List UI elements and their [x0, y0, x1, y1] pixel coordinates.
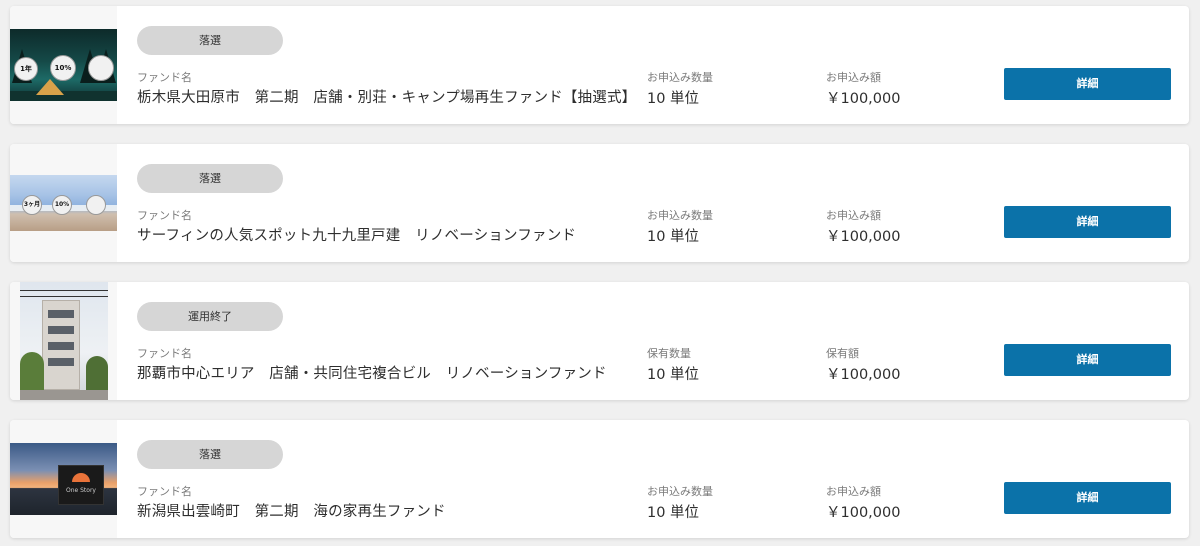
thumb-badge-text: 3ヶ月 — [23, 201, 41, 208]
thumb-badge: 10% — [52, 195, 72, 215]
detail-button[interactable]: 詳細 — [1004, 482, 1171, 514]
status-badge: 落選 — [137, 164, 283, 193]
thumb-badge-text: 10% — [54, 201, 70, 208]
quantity-label: お申込み数量 — [647, 209, 713, 222]
fund-thumbnail-image — [19, 282, 108, 400]
amount-value: ￥100,000 — [826, 367, 901, 383]
amount-value: ￥100,000 — [826, 91, 901, 107]
detail-button[interactable]: 詳細 — [1004, 68, 1171, 100]
fund-name: 新潟県出雲崎町 第二期 海の家再生ファンド — [137, 504, 446, 520]
thumb-badge — [86, 195, 106, 215]
fund-card: One Story 落選 ファンド名 新潟県出雲崎町 第二期 海の家再生ファンド… — [10, 420, 1189, 538]
fund-name-label: ファンド名 — [137, 71, 192, 84]
fund-card: 1年 10% 落選 ファンド名 栃木県大田原市 第二期 店舗・別荘・キャンプ場再… — [10, 6, 1189, 124]
fund-thumbnail-container: 1年 10% — [10, 6, 117, 124]
amount-label: お申込み額 — [826, 71, 881, 84]
fund-thumbnail-container: 3ヶ月 10% — [10, 144, 117, 262]
thumb-badge — [88, 55, 114, 81]
quantity-value: 10 単位 — [647, 229, 700, 245]
quantity-label: 保有数量 — [647, 347, 691, 360]
detail-button[interactable]: 詳細 — [1004, 206, 1171, 238]
amount-value: ￥100,000 — [826, 229, 901, 245]
quantity-value: 10 単位 — [647, 367, 700, 383]
fund-name: サーフィンの人気スポット九十九里戸建 リノベーションファンド — [137, 228, 577, 244]
fund-thumbnail-image: 3ヶ月 10% — [10, 175, 117, 231]
fund-thumbnail-image: 1年 10% — [10, 29, 117, 101]
quantity-label: お申込み数量 — [647, 71, 713, 84]
fund-name-label: ファンド名 — [137, 347, 192, 360]
amount-label: お申込み額 — [826, 209, 881, 222]
fund-name-label: ファンド名 — [137, 209, 192, 222]
quantity-value: 10 単位 — [647, 505, 700, 521]
detail-button[interactable]: 詳細 — [1004, 344, 1171, 376]
amount-label: お申込み額 — [826, 485, 881, 498]
fund-card: 3ヶ月 10% 落選 ファンド名 サーフィンの人気スポット九十九里戸建 リノベー… — [10, 144, 1189, 262]
fund-list: 1年 10% 落選 ファンド名 栃木県大田原市 第二期 店舗・別荘・キャンプ場再… — [0, 0, 1200, 546]
amount-value: ￥100,000 — [826, 505, 901, 521]
fund-thumbnail-container — [10, 282, 117, 400]
fund-card: 運用終了 ファンド名 那覇市中心エリア 店舗・共同住宅複合ビル リノベーションフ… — [10, 282, 1189, 400]
status-badge: 落選 — [137, 26, 283, 55]
status-badge: 落選 — [137, 440, 283, 469]
fund-thumbnail-container: One Story — [10, 420, 117, 538]
thumb-sign-text: One Story — [66, 487, 96, 494]
thumb-badge-text: 1年 — [20, 64, 32, 73]
thumb-badge: 3ヶ月 — [22, 195, 42, 215]
fund-name: 那覇市中心エリア 店舗・共同住宅複合ビル リノベーションファンド — [137, 366, 607, 382]
thumb-badge: 1年 — [14, 57, 38, 81]
thumb-badge: 10% — [50, 55, 76, 81]
quantity-value: 10 単位 — [647, 91, 700, 107]
amount-label: 保有額 — [826, 347, 859, 360]
fund-name-label: ファンド名 — [137, 485, 192, 498]
fund-thumbnail-image: One Story — [10, 443, 117, 515]
status-badge: 運用終了 — [137, 302, 283, 331]
thumb-badge-text: 10% — [54, 63, 72, 72]
fund-name: 栃木県大田原市 第二期 店舗・別荘・キャンプ場再生ファンド【抽選式】 — [137, 90, 637, 106]
quantity-label: お申込み数量 — [647, 485, 713, 498]
